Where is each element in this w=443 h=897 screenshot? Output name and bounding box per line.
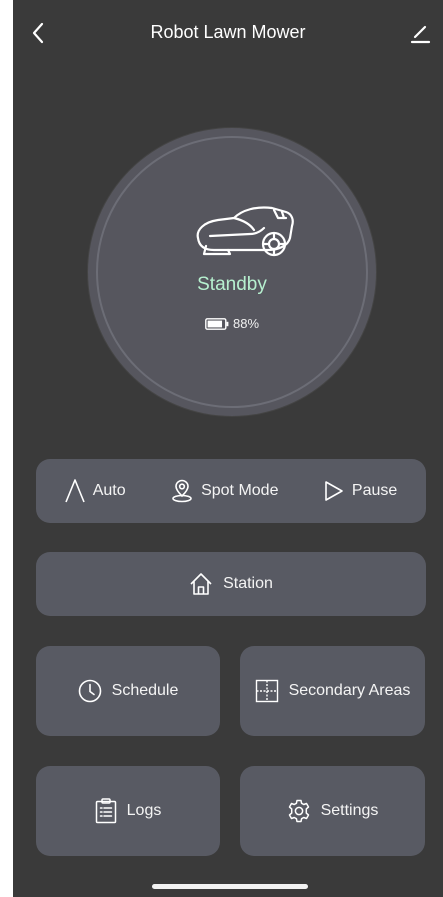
- edit-button[interactable]: [405, 18, 435, 48]
- battery-indicator: 88%: [98, 316, 366, 331]
- schedule-button[interactable]: Schedule: [36, 646, 220, 736]
- station-button[interactable]: Station: [36, 552, 426, 616]
- letter-a-icon: [64, 479, 85, 503]
- clock-icon: [78, 679, 102, 703]
- status-ring: Standby 88%: [96, 136, 368, 408]
- gear-icon: [287, 799, 311, 823]
- mower-state-label: Standby: [197, 274, 267, 295]
- mower-status-panel: Standby 88%: [88, 128, 376, 416]
- page-title: Robot Lawn Mower: [150, 22, 306, 42]
- home-icon: [189, 572, 213, 596]
- map-grid-icon: [255, 679, 279, 703]
- station-label: Station: [223, 575, 273, 592]
- home-indicator[interactable]: [152, 884, 308, 889]
- location-pin-icon: [171, 479, 193, 503]
- logs-button[interactable]: Logs: [36, 766, 220, 856]
- header: Robot Lawn Mower: [13, 0, 443, 68]
- spot-mode-label: Spot Mode: [201, 482, 279, 499]
- battery-icon: [205, 317, 229, 330]
- logs-label: Logs: [126, 802, 162, 819]
- auto-mode-label: Auto: [92, 482, 126, 499]
- schedule-label: Schedule: [111, 682, 179, 699]
- mode-selector: Auto Spot Mode Pause: [36, 459, 426, 523]
- app-screen: Robot Lawn Mower Standby 88% Auto Spot M…: [13, 0, 443, 897]
- secondary-areas-label: Secondary Areas: [288, 682, 411, 699]
- clipboard-icon: [95, 798, 117, 824]
- auto-mode-button[interactable]: Auto: [64, 479, 126, 503]
- pause-label: Pause: [351, 482, 398, 499]
- settings-button[interactable]: Settings: [240, 766, 425, 856]
- settings-label: Settings: [320, 802, 379, 819]
- battery-percent: 88%: [232, 316, 260, 331]
- pause-button[interactable]: Pause: [324, 480, 397, 502]
- pencil-icon: [409, 22, 431, 44]
- robot-mower-icon: [190, 196, 300, 268]
- spot-mode-button[interactable]: Spot Mode: [171, 479, 278, 503]
- secondary-areas-button[interactable]: Secondary Areas: [240, 646, 425, 736]
- play-triangle-icon: [324, 480, 344, 502]
